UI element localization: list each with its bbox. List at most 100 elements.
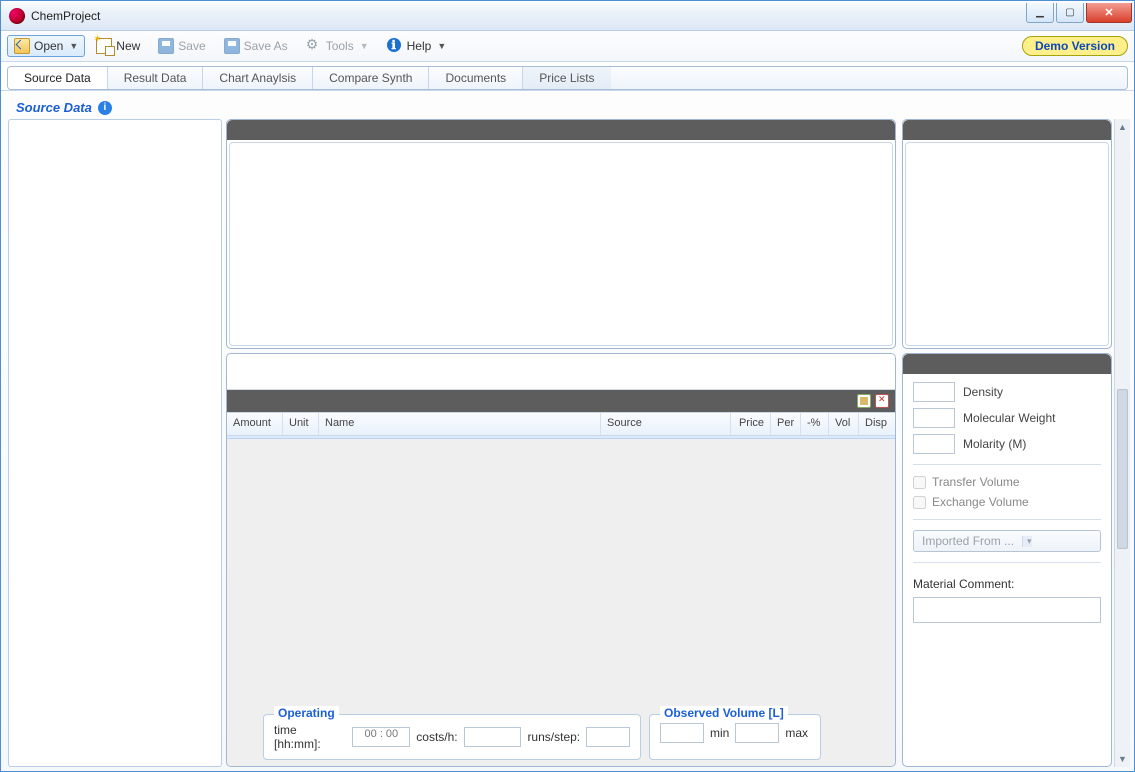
help-label: Help	[407, 39, 432, 53]
col-per[interactable]: Per	[771, 413, 801, 435]
grid-toolbar-blank	[227, 354, 895, 390]
app-icon	[9, 8, 25, 24]
molarity-input[interactable]	[913, 434, 955, 454]
save-as-icon	[224, 38, 240, 54]
scroll-down-icon[interactable]: ▼	[1115, 751, 1130, 767]
new-button[interactable]: New	[89, 35, 147, 57]
material-comment-input[interactable]	[913, 597, 1101, 623]
maximize-button[interactable]: ▢	[1056, 3, 1084, 23]
transfer-volume-label: Transfer Volume	[932, 475, 1020, 489]
max-label: max	[785, 726, 808, 740]
col-price[interactable]: Price	[731, 413, 771, 435]
grid-action-bar	[227, 390, 895, 412]
save-as-label: Save As	[244, 39, 288, 53]
structure-panel-large	[226, 119, 896, 349]
min-label: min	[710, 726, 729, 740]
time-input[interactable]: 00 : 00	[352, 727, 410, 747]
open-button[interactable]: Open ▼	[7, 35, 85, 57]
time-label: time [hh:mm]:	[274, 723, 346, 751]
client-area: Source Data i	[1, 91, 1134, 771]
bottom-fieldsets: Operating time [hh:mm]: 00 : 00 costs/h:…	[227, 708, 895, 766]
materials-grid-panel: Amount Unit Name Source Price Per -% Vol…	[226, 353, 896, 767]
mw-input[interactable]	[913, 408, 955, 428]
vertical-scrollbar[interactable]: ▲ ▼	[1114, 119, 1130, 767]
tree-panel[interactable]	[8, 119, 222, 767]
density-input[interactable]	[913, 382, 955, 402]
tab-source-data[interactable]: Source Data	[8, 67, 108, 89]
new-file-icon	[96, 38, 112, 54]
structure-panel-small	[902, 119, 1112, 349]
imported-from-label: Imported From ...	[922, 534, 1014, 548]
tab-documents[interactable]: Documents	[429, 67, 523, 89]
save-button[interactable]: Save	[151, 35, 212, 57]
save-as-button[interactable]: Save As	[217, 35, 295, 57]
info-icon[interactable]: i	[98, 101, 112, 115]
col-name[interactable]: Name	[319, 413, 601, 435]
observed-volume-fieldset: Observed Volume [L] min max	[649, 714, 821, 760]
open-label: Open	[34, 39, 63, 53]
col-vol[interactable]: Vol	[829, 413, 859, 435]
chevron-down-icon: ▼	[360, 41, 369, 51]
chevron-down-icon: ▼	[69, 41, 78, 51]
panel-header-bar	[903, 120, 1111, 140]
transfer-volume-checkbox[interactable]: Transfer Volume	[913, 475, 1101, 489]
costs-input[interactable]	[464, 727, 522, 747]
window-title: ChemProject	[31, 9, 1024, 23]
save-icon	[158, 38, 174, 54]
material-comment-label: Material Comment:	[913, 577, 1101, 591]
density-label: Density	[963, 385, 1003, 399]
col-amount[interactable]: Amount	[227, 413, 283, 435]
new-label: New	[116, 39, 140, 53]
properties-column: Density Molecular Weight Molarity (M)	[902, 353, 1112, 767]
col-disp[interactable]: Disp	[859, 413, 895, 435]
max-input[interactable]	[735, 723, 779, 743]
gear-icon	[306, 38, 322, 54]
tab-result-data[interactable]: Result Data	[108, 67, 204, 89]
structure-canvas-small[interactable]	[905, 142, 1109, 346]
runs-label: runs/step:	[527, 730, 580, 744]
structure-canvas[interactable]	[229, 142, 893, 346]
section-title: Source Data	[16, 100, 92, 115]
toolbar: Open ▼ New Save Save As Tools ▼ Help ▼ D…	[1, 31, 1134, 62]
tab-price-lists[interactable]: Price Lists	[523, 67, 610, 89]
close-icon: ✕	[1104, 6, 1113, 19]
min-input[interactable]	[660, 723, 704, 743]
grid-body[interactable]	[227, 439, 895, 708]
window-buttons: ▁ ▢ ✕	[1024, 3, 1132, 23]
scroll-thumb[interactable]	[1117, 389, 1128, 549]
col-pct[interactable]: -%	[801, 413, 829, 435]
title-bar: ChemProject ▁ ▢ ✕	[1, 1, 1134, 31]
runs-input[interactable]	[586, 727, 630, 747]
transfer-volume-input[interactable]	[913, 476, 926, 489]
costs-label: costs/h:	[416, 730, 457, 744]
molarity-label: Molarity (M)	[963, 437, 1026, 451]
exchange-volume-label: Exchange Volume	[932, 495, 1029, 509]
save-label: Save	[178, 39, 205, 53]
app-window: ChemProject ▁ ▢ ✕ Open ▼ New Save Save A…	[0, 0, 1135, 772]
panel-header-bar	[227, 120, 895, 140]
close-button[interactable]: ✕	[1086, 3, 1132, 23]
chevron-down-icon: ▾	[1022, 536, 1032, 547]
scroll-up-icon[interactable]: ▲	[1115, 119, 1130, 135]
minimize-icon: ▁	[1036, 7, 1044, 18]
exchange-volume-checkbox[interactable]: Exchange Volume	[913, 495, 1101, 509]
minimize-button[interactable]: ▁	[1026, 3, 1054, 23]
help-button[interactable]: Help ▼	[380, 35, 454, 57]
mw-label: Molecular Weight	[963, 411, 1055, 425]
tab-chart-analysis[interactable]: Chart Anaylsis	[203, 67, 313, 89]
operating-fieldset: Operating time [hh:mm]: 00 : 00 costs/h:…	[263, 714, 641, 760]
tab-compare-synth[interactable]: Compare Synth	[313, 67, 429, 89]
exchange-volume-input[interactable]	[913, 496, 926, 509]
operating-legend: Operating	[274, 706, 339, 720]
delete-icon[interactable]	[875, 394, 889, 408]
tab-bar: Source Data Result Data Chart Anaylsis C…	[1, 62, 1134, 91]
info-icon	[387, 38, 403, 54]
col-unit[interactable]: Unit	[283, 413, 319, 435]
properties-panel: Density Molecular Weight Molarity (M)	[902, 353, 1112, 767]
tools-button[interactable]: Tools ▼	[299, 35, 376, 57]
imported-from-button[interactable]: Imported From ... ▾	[913, 530, 1101, 552]
chevron-down-icon: ▼	[437, 41, 446, 51]
tools-label: Tools	[326, 39, 354, 53]
paste-icon[interactable]	[857, 394, 871, 408]
col-source[interactable]: Source	[601, 413, 731, 435]
